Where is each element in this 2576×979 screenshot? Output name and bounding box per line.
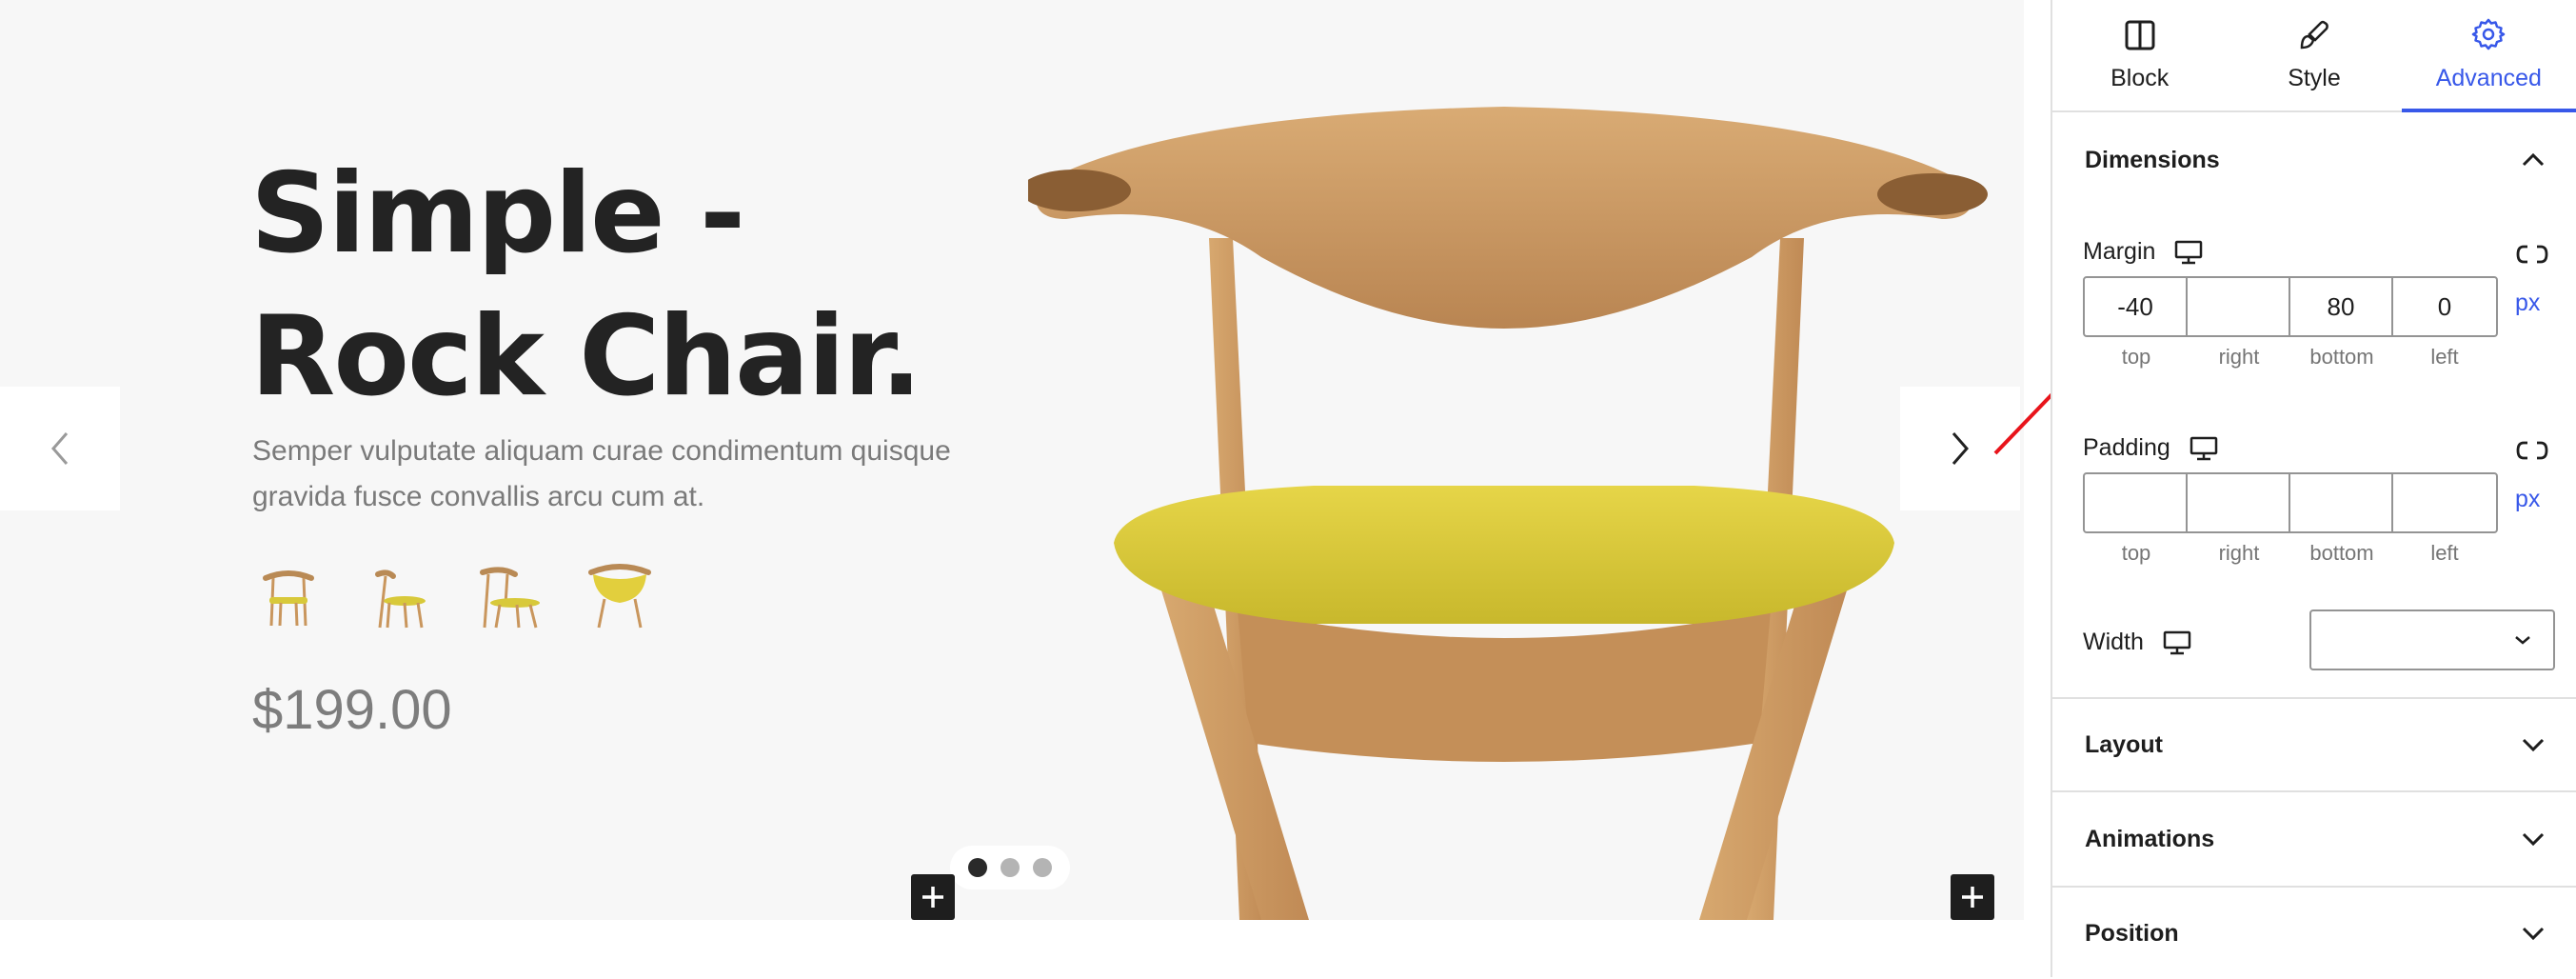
- layout-section: Layout: [2052, 699, 2576, 792]
- plus-icon: [1962, 887, 1983, 908]
- width-select[interactable]: [2309, 609, 2555, 670]
- block-icon: [2125, 20, 2155, 50]
- margin-right-label: right: [2218, 345, 2260, 369]
- margin-top-label: top: [2121, 345, 2151, 369]
- chair-thumbnail-3[interactable]: [473, 557, 545, 633]
- margin-left-label: left: [2430, 345, 2459, 369]
- margin-unit-select[interactable]: px: [2515, 290, 2540, 317]
- chevron-down-icon: [2522, 927, 2545, 941]
- slide-title-line-1: Simple -: [250, 150, 745, 278]
- animations-title: Animations: [2085, 825, 2215, 852]
- layout-header[interactable]: Layout: [2052, 699, 2576, 790]
- margin-right-input[interactable]: [2188, 278, 2290, 335]
- tab-block[interactable]: Block: [2052, 0, 2227, 110]
- tab-style[interactable]: Style: [2227, 0, 2401, 110]
- animations-section: Animations: [2052, 792, 2576, 888]
- padding-right-input[interactable]: [2188, 474, 2290, 531]
- chair-image: [1028, 107, 1988, 920]
- tab-style-label: Style: [2288, 64, 2341, 91]
- padding-left-input[interactable]: [2393, 474, 2496, 531]
- dimensions-title: Dimensions: [2085, 146, 2220, 173]
- chevron-up-icon: [2522, 152, 2545, 167]
- padding-bottom-label: bottom: [2309, 541, 2374, 565]
- slide-dot-2[interactable]: [1001, 858, 1020, 877]
- padding-label-row: Padding: [2083, 434, 2218, 462]
- position-header[interactable]: Position: [2052, 888, 2576, 979]
- margin-inputs: -40 80 0: [2083, 276, 2498, 337]
- chevron-down-icon: [2515, 636, 2530, 645]
- desktop-icon[interactable]: [2163, 630, 2191, 655]
- gear-icon: [2472, 18, 2506, 50]
- dimensions-section: Dimensions Margin -40 80 0 px top right …: [2052, 112, 2576, 699]
- chair-thumbnail-2[interactable]: [363, 557, 435, 633]
- chevron-down-icon: [2522, 832, 2545, 847]
- add-block-button[interactable]: [911, 874, 955, 920]
- slide-title-line-2: Rock Chair.: [250, 292, 922, 421]
- tab-advanced[interactable]: Advanced: [2401, 0, 2576, 112]
- plus-icon: [922, 887, 943, 908]
- position-title: Position: [2085, 919, 2179, 947]
- chevron-left-icon: [51, 432, 69, 465]
- margin-side-labels: top right bottom left: [2085, 345, 2496, 370]
- padding-unit-select[interactable]: px: [2515, 486, 2540, 513]
- chair-thumbnail-1[interactable]: [252, 557, 325, 633]
- padding-top-label: top: [2121, 541, 2151, 565]
- padding-left-label: left: [2430, 541, 2459, 565]
- chevron-down-icon: [2522, 738, 2545, 752]
- layout-title: Layout: [2085, 730, 2163, 758]
- slide-title: Simple - Rock Chair.: [250, 143, 922, 429]
- desktop-icon[interactable]: [2174, 240, 2203, 265]
- position-section: Position: [2052, 888, 2576, 979]
- add-block-button-right[interactable]: [1951, 874, 1994, 920]
- animations-header[interactable]: Animations: [2052, 792, 2576, 886]
- margin-top-input[interactable]: -40: [2085, 278, 2188, 335]
- padding-right-label: right: [2218, 541, 2260, 565]
- thumbnail-list: [252, 557, 656, 633]
- margin-bottom-label: bottom: [2309, 345, 2374, 369]
- padding-bottom-input[interactable]: [2290, 474, 2393, 531]
- unlink-icon[interactable]: [2515, 244, 2549, 265]
- padding-top-input[interactable]: [2085, 474, 2188, 531]
- desktop-icon[interactable]: [2190, 436, 2218, 461]
- brush-icon: [2300, 20, 2328, 49]
- margin-label: Margin: [2083, 238, 2156, 265]
- margin-left-input[interactable]: 0: [2393, 278, 2496, 335]
- margin-label-row: Margin: [2083, 238, 2203, 266]
- slide-description: Semper vulputate aliquam curae condiment…: [252, 435, 951, 512]
- dimensions-header[interactable]: Dimensions: [2052, 112, 2576, 208]
- sidebar-tabs: Block Style Advanced: [2052, 0, 2576, 112]
- product-slider: Simple - Rock Chair. Semper vulputate al…: [0, 0, 2024, 920]
- slide-pagination: [950, 846, 1070, 889]
- width-label-row: Width: [2083, 629, 2191, 656]
- width-label: Width: [2083, 629, 2144, 655]
- tab-block-label: Block: [2110, 64, 2170, 91]
- settings-sidebar: Block Style Advanced Dimensions Margin -…: [2051, 0, 2576, 977]
- unlink-icon[interactable]: [2515, 440, 2549, 461]
- padding-inputs: [2083, 472, 2498, 533]
- chevron-right-icon: [1952, 432, 1969, 465]
- padding-label: Padding: [2083, 434, 2170, 461]
- slide-dot-1[interactable]: [968, 858, 987, 877]
- editor-canvas: Simple - Rock Chair. Semper vulputate al…: [0, 0, 2051, 977]
- slide-dot-3[interactable]: [1033, 858, 1052, 877]
- product-price: $199.00: [252, 679, 452, 741]
- chair-thumbnail-4[interactable]: [584, 557, 656, 633]
- margin-bottom-input[interactable]: 80: [2290, 278, 2393, 335]
- padding-side-labels: top right bottom left: [2085, 541, 2496, 566]
- slider-prev-button[interactable]: [0, 387, 120, 510]
- tab-advanced-label: Advanced: [2435, 64, 2542, 91]
